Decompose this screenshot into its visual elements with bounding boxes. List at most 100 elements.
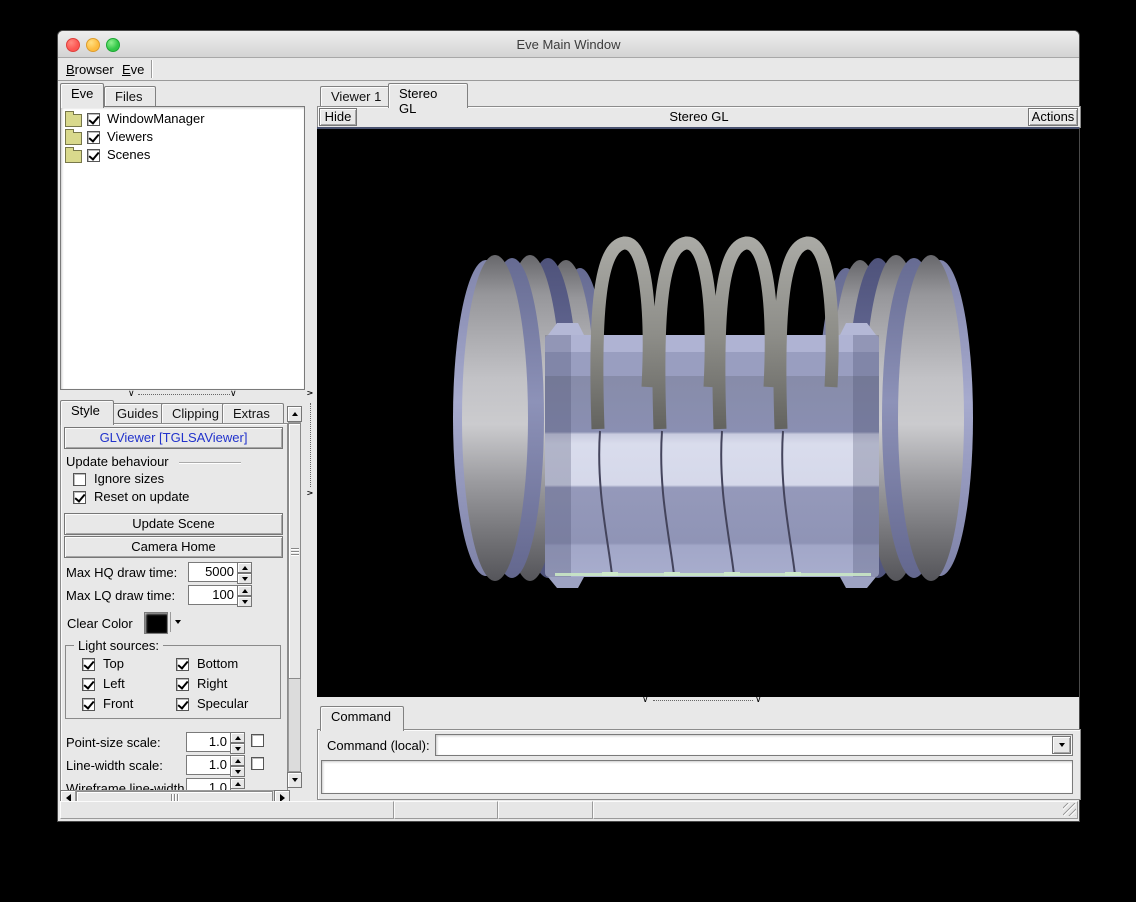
reset-on-update-checkbox[interactable] <box>73 491 86 504</box>
splitter-collapse-icon[interactable]: ∨ <box>128 389 135 397</box>
tab-clipping[interactable]: Clipping <box>161 403 231 423</box>
tab-style[interactable]: Style <box>60 400 114 425</box>
max-hq-entry[interactable]: 5000 <box>188 562 238 582</box>
scroll-down-icon[interactable] <box>287 772 302 788</box>
menu-eve[interactable]: Eve <box>118 61 148 78</box>
tree-checkbox[interactable] <box>87 149 100 162</box>
main-area: Eve Files WindowManager Viewers Scenes ∨ <box>58 81 1079 803</box>
glviewer-style-panel: GLViewer [TGLSAViewer] Update behaviour … <box>60 423 288 791</box>
spin-down-icon[interactable] <box>230 743 245 754</box>
tab-viewer-1[interactable]: Viewer 1 <box>320 86 394 106</box>
splitter-collapse-icon[interactable]: ∨ <box>755 695 762 703</box>
splitter-collapse-icon[interactable]: ∨ <box>305 390 313 397</box>
light-front-label[interactable]: Front <box>103 696 133 711</box>
spin-up-icon[interactable] <box>230 732 245 743</box>
tab-stereo-gl[interactable]: Stereo GL <box>388 83 468 108</box>
dropdown-arrow-icon <box>175 620 181 624</box>
ignore-sizes-label[interactable]: Ignore sizes <box>94 471 164 486</box>
viewer-title: Stereo GL <box>318 109 1080 124</box>
tree-item-label[interactable]: Viewers <box>107 129 153 144</box>
spin-down-icon[interactable] <box>230 766 245 777</box>
point-size-spinner[interactable] <box>230 732 243 754</box>
max-lq-label: Max LQ draw time: <box>66 588 175 603</box>
eve-tree-panel: WindowManager Viewers Scenes <box>60 106 305 390</box>
splitter-dotted-line <box>310 403 311 487</box>
spin-up-icon[interactable] <box>237 585 252 596</box>
gl-viewport[interactable] <box>317 127 1079 697</box>
spin-up-icon[interactable] <box>237 562 252 573</box>
point-size-checkbox[interactable] <box>251 734 264 747</box>
horizontal-splitter[interactable]: ∨ ∨ <box>60 388 303 400</box>
wireframe-width-spinner[interactable] <box>230 778 243 789</box>
clear-color-dropdown[interactable] <box>170 612 185 632</box>
tree-checkbox[interactable] <box>87 131 100 144</box>
menu-bar: Browser Eve <box>58 58 1079 81</box>
resize-grip-icon[interactable] <box>1063 803 1076 816</box>
point-size-label: Point-size scale: <box>66 735 161 750</box>
spin-down-icon[interactable] <box>237 596 252 607</box>
menu-browser[interactable]: Browser <box>62 61 118 78</box>
scroll-up-icon[interactable] <box>287 406 302 422</box>
reset-on-update-label[interactable]: Reset on update <box>94 489 189 504</box>
command-input[interactable] <box>438 736 1050 754</box>
max-hq-label: Max HQ draw time: <box>66 565 177 580</box>
tree-checkbox[interactable] <box>87 113 100 126</box>
title-bar[interactable]: Eve Main Window <box>58 31 1079 58</box>
light-right-checkbox[interactable] <box>176 678 189 691</box>
light-specular-checkbox[interactable] <box>176 698 189 711</box>
splitter-collapse-icon[interactable]: ∨ <box>305 490 313 497</box>
group-line <box>179 462 241 463</box>
light-sources-legend: Light sources: <box>74 638 163 653</box>
window-title: Eve Main Window <box>58 37 1079 52</box>
viewer-toolbar: Hide Stereo GL Actions <box>317 106 1081 128</box>
line-width-checkbox[interactable] <box>251 757 264 770</box>
glviewer-button[interactable]: GLViewer [TGLSAViewer] <box>64 427 283 449</box>
command-history-box[interactable] <box>321 760 1073 794</box>
clear-color-label: Clear Color <box>67 616 133 631</box>
tab-files[interactable]: Files <box>104 86 156 106</box>
tab-command[interactable]: Command <box>320 706 404 731</box>
spin-up-icon[interactable] <box>230 755 245 766</box>
splitter-dotted-line <box>138 394 230 395</box>
spin-down-icon[interactable] <box>237 573 252 584</box>
actions-button[interactable]: Actions <box>1028 108 1078 126</box>
splitter-collapse-icon[interactable]: ∨ <box>642 695 649 703</box>
light-top-label[interactable]: Top <box>103 656 124 671</box>
clear-color-swatch[interactable] <box>144 612 168 634</box>
camera-home-button[interactable]: Camera Home <box>64 536 283 558</box>
light-bottom-checkbox[interactable] <box>176 658 189 671</box>
line-width-spinner[interactable] <box>230 755 243 777</box>
status-segment <box>394 801 498 819</box>
line-width-label: Line-width scale: <box>66 758 163 773</box>
status-segment <box>498 801 593 819</box>
horizontal-splitter[interactable]: ∨ ∨ <box>317 695 1079 706</box>
tab-eve[interactable]: Eve <box>60 83 104 108</box>
detector-model[interactable] <box>317 129 1079 695</box>
vertical-splitter[interactable]: ∨ ∨ <box>303 81 317 803</box>
tree-item-label[interactable]: WindowManager <box>107 111 205 126</box>
folder-icon <box>65 150 82 163</box>
line-width-entry[interactable]: 1.0 <box>186 755 231 775</box>
ignore-sizes-checkbox[interactable] <box>73 473 86 486</box>
light-front-checkbox[interactable] <box>82 698 95 711</box>
command-combobox[interactable] <box>435 734 1073 756</box>
light-right-label[interactable]: Right <box>197 676 227 691</box>
update-scene-button[interactable]: Update Scene <box>64 513 283 535</box>
max-lq-spinner[interactable] <box>237 585 250 607</box>
light-top-checkbox[interactable] <box>82 658 95 671</box>
max-hq-spinner[interactable] <box>237 562 250 584</box>
light-left-label[interactable]: Left <box>103 676 125 691</box>
tab-extras[interactable]: Extras <box>222 403 284 423</box>
style-panel-scrollbar[interactable] <box>287 406 302 788</box>
light-specular-label[interactable]: Specular <box>197 696 248 711</box>
scrollbar-thumb[interactable] <box>288 423 301 679</box>
light-left-checkbox[interactable] <box>82 678 95 691</box>
combo-dropdown-button[interactable] <box>1052 736 1071 754</box>
point-size-entry[interactable]: 1.0 <box>186 732 231 752</box>
folder-icon <box>65 132 82 145</box>
spin-up-icon[interactable] <box>230 778 245 789</box>
tree-item-label[interactable]: Scenes <box>107 147 150 162</box>
splitter-collapse-icon[interactable]: ∨ <box>230 389 237 397</box>
max-lq-entry[interactable]: 100 <box>188 585 238 605</box>
light-bottom-label[interactable]: Bottom <box>197 656 238 671</box>
